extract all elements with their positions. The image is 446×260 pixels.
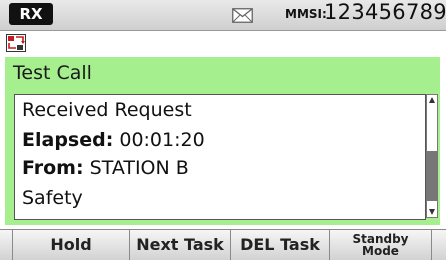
received-request-text: Received Request <box>22 99 192 121</box>
task-icon-row <box>0 31 446 57</box>
from-line: From: STATION B <box>22 157 189 179</box>
scroll-up-arrow-icon[interactable] <box>428 96 436 104</box>
next-task-label: Next Task <box>136 235 224 254</box>
mmsi-label: MMSI: <box>285 7 327 21</box>
standby-mode-label: Standby Mode <box>352 232 409 258</box>
hold-label: Hold <box>50 235 92 254</box>
elapsed-value: 00:01:20 <box>113 129 205 151</box>
envelope-icon <box>232 8 253 23</box>
call-title-bar: Test Call <box>5 57 440 89</box>
rx-mode-badge: RX <box>9 3 53 25</box>
from-label: From: <box>22 157 84 179</box>
softkey-bar: Hold Next Task DEL Task Standby Mode <box>0 229 446 260</box>
elapsed-label: Elapsed: <box>22 129 114 151</box>
call-title: Test Call <box>13 62 92 84</box>
scroll-thumb[interactable] <box>427 151 437 201</box>
del-task-softkey[interactable]: DEL Task <box>230 230 329 260</box>
category-value: Safety <box>22 187 83 209</box>
from-value: STATION B <box>83 157 189 179</box>
task-list-icon[interactable] <box>6 34 26 52</box>
next-task-softkey[interactable]: Next Task <box>129 230 230 260</box>
softkey-right-edge <box>431 230 446 260</box>
status-line: Received Request <box>22 99 192 121</box>
radio-screen: RX MMSI: 123456789 Test Call Received Re… <box>0 0 446 260</box>
standby-mode-softkey[interactable]: Standby Mode <box>329 230 431 260</box>
del-task-label: DEL Task <box>240 235 320 254</box>
elapsed-line: Elapsed: 00:01:20 <box>22 129 205 151</box>
softkey-left-edge <box>0 230 12 260</box>
info-scrollbar[interactable] <box>426 94 438 218</box>
call-info-box: Received Request Elapsed: 00:01:20 From:… <box>14 94 426 220</box>
category-line: Safety <box>22 187 83 209</box>
scroll-down-arrow-icon[interactable] <box>428 208 436 216</box>
status-bar: RX MMSI: 123456789 <box>0 0 446 31</box>
hold-softkey[interactable]: Hold <box>12 230 129 260</box>
mmsi-value: 123456789 <box>324 0 446 24</box>
